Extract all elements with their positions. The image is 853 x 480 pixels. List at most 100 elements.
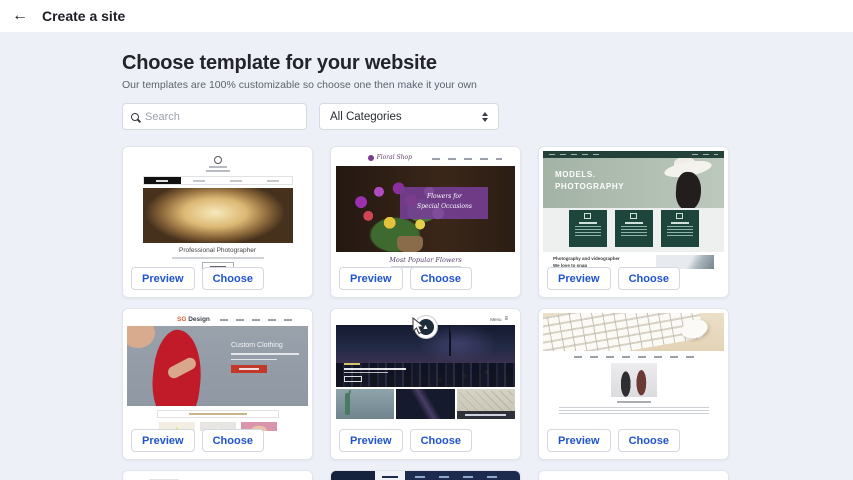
sepia-field-photo (143, 188, 293, 243)
preview-button[interactable]: Preview (131, 267, 195, 290)
mini-nav-item-active (375, 471, 405, 480)
hero-text-bar (231, 359, 277, 361)
template-caption: Most Popular Flowers (335, 256, 516, 264)
office-people-photo (611, 363, 657, 397)
template-card-city-travel[interactable]: Menu ≡ ▲ (330, 308, 521, 460)
tulip-bouquet-photo: Flowers for Special Occasions (336, 166, 515, 252)
mini-nav-item-active (144, 177, 181, 184)
back-arrow-icon[interactable]: ← (12, 7, 36, 25)
choose-button[interactable]: Choose (410, 267, 472, 290)
hamburger-icon: ≡ (504, 316, 508, 322)
mini-cta-button (231, 365, 267, 373)
template-thumbnail-photographer: Professional Photographer (127, 151, 308, 269)
template-thumbnail-floral-shop: Floral Shop Flowers for Special Occasion… (335, 151, 516, 269)
mini-outline-button (344, 376, 362, 382)
preview-button[interactable]: Preview (339, 267, 403, 290)
template-headline: Professional Photographer (127, 247, 308, 254)
filter-controls: All Categories (122, 103, 853, 130)
choose-button[interactable]: Choose (202, 267, 264, 290)
feature-cards-row (543, 208, 724, 252)
statue-shape (345, 393, 350, 415)
hero-section: Custom Clothing (127, 326, 308, 406)
site-badge-logo: ▲ (414, 315, 438, 339)
section-subheading: Our templates are 100% customizable so c… (122, 79, 853, 91)
brand-accent: SG (177, 316, 186, 323)
book-icon (584, 213, 591, 219)
nav-text-bar (193, 180, 205, 182)
template-card-partial-navy[interactable] (330, 470, 521, 480)
headline-bar (344, 368, 406, 370)
nav-links-bar (692, 154, 718, 156)
template-headline: MODELS. PHOTOGRAPHY (555, 169, 624, 194)
feature-card (661, 210, 699, 247)
logo-text-bar (206, 170, 230, 172)
search-box[interactable] (122, 103, 307, 130)
template-card-sg-design[interactable]: SG Design Custom Clothing (122, 308, 313, 460)
category-dropdown[interactable]: All Categories (319, 103, 499, 130)
headline-line1: MODELS. (555, 169, 624, 181)
mini-navy-header (331, 471, 520, 480)
template-card-keyboard-minimal[interactable]: Preview Choose (538, 308, 729, 460)
template-thumbnail-partial-navy (331, 471, 520, 480)
nav-links-bar (549, 154, 599, 156)
mini-nav-item (181, 177, 218, 184)
preview-button[interactable]: Preview (547, 267, 611, 290)
choose-button[interactable]: Choose (618, 267, 680, 290)
topbar: ← Create a site (0, 0, 853, 32)
hero-text-bar (231, 353, 299, 355)
search-input[interactable] (145, 111, 298, 123)
feature-title-bar (625, 222, 643, 224)
skyscraper-antenna-shape (449, 332, 451, 356)
template-grid: Professional Photographer Preview Choose… (122, 146, 853, 480)
choose-button[interactable]: Choose (618, 429, 680, 452)
desk-banner-photo (543, 313, 724, 351)
template-thumbnail-sg-design: SG Design Custom Clothing (127, 313, 308, 431)
template-card-partial-tabs[interactable] (122, 470, 313, 480)
model-shoulder-shape (127, 326, 155, 348)
template-card-photographer[interactable]: Professional Photographer Preview Choose (122, 146, 313, 298)
mini-header: Floral Shop (335, 151, 516, 166)
card-actions: Preview Choose (331, 267, 472, 297)
search-icon (131, 113, 139, 121)
template-thumbnail-keyboard-minimal (543, 313, 724, 431)
hero-text-block (344, 363, 406, 383)
photo-icon (630, 213, 637, 219)
caption-bar (617, 401, 651, 403)
template-card-models-photography[interactable]: MODELS. PHOTOGRAPHY (538, 146, 729, 298)
feature-title-bar (671, 222, 689, 224)
mini-header: SG Design (127, 313, 308, 326)
nav-text-bar (156, 180, 168, 182)
template-card-partial-kpc[interactable]: KPC (538, 470, 729, 480)
feature-card (569, 210, 607, 247)
caption-bar (457, 411, 515, 419)
template-thumbnail-models-photography: MODELS. PHOTOGRAPHY (543, 151, 724, 269)
card-actions: Preview Choose (539, 267, 680, 297)
paragraph-bars (559, 406, 709, 414)
preview-button[interactable]: Preview (547, 429, 611, 452)
preview-button[interactable]: Preview (339, 429, 403, 452)
preview-button[interactable]: Preview (131, 429, 195, 452)
logo-text-bar (209, 166, 227, 168)
category-dropdown-value: All Categories (330, 111, 402, 123)
subtext-bar (344, 372, 388, 374)
template-card-floral-shop[interactable]: Floral Shop Flowers for Special Occasion… (330, 146, 521, 298)
floral-brand: Floral Shop (368, 154, 412, 161)
choose-button[interactable]: Choose (202, 429, 264, 452)
body-line1: Photography and videographer (553, 255, 633, 262)
header-logo-block (331, 471, 375, 480)
gallery-thumbnails (336, 389, 515, 419)
template-thumbnail-partial-kpc: KPC (543, 475, 724, 480)
mini-navbar (220, 319, 298, 321)
camera-logo-icon (214, 156, 222, 164)
model-hair-shape (675, 171, 703, 208)
hero-section: MODELS. PHOTOGRAPHY (543, 158, 724, 208)
section-title-strip (157, 410, 279, 418)
choose-button[interactable]: Choose (410, 429, 472, 452)
feature-text-bars (667, 226, 693, 236)
brand-name: SG Design (177, 316, 210, 323)
card-actions: Preview Choose (123, 429, 264, 459)
brand-name: Floral Shop (377, 154, 412, 161)
template-headline: Custom Clothing (231, 342, 299, 349)
card-actions: Preview Choose (331, 429, 472, 459)
overlay-line2: Special Occasions (400, 202, 488, 212)
